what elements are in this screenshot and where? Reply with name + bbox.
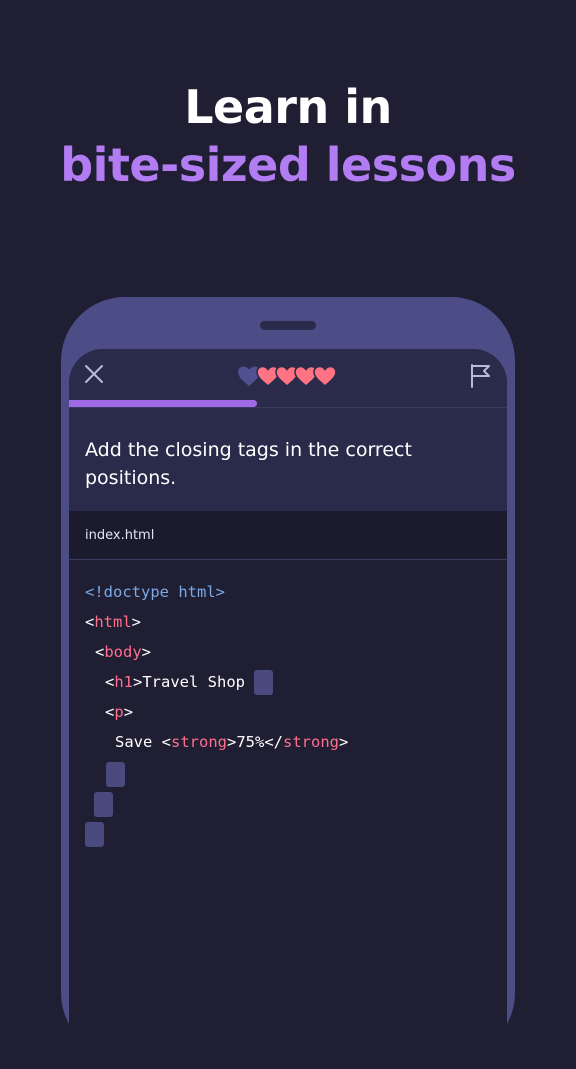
code-line-8 <box>85 787 348 817</box>
code-line-1: <!doctype html> <box>85 577 348 607</box>
code-line-9 <box>85 817 348 847</box>
strong-open-tag: strong <box>171 733 227 751</box>
lesson-progress-fill <box>69 400 258 407</box>
heart-icon <box>313 365 337 387</box>
answer-slot-p[interactable] <box>106 762 125 787</box>
code-line-3: <body> <box>85 637 348 667</box>
code-line-6: Save <strong>75%</strong> <box>85 727 348 757</box>
h1-text: >Travel Shop <box>133 673 255 691</box>
file-tab: index.html <box>69 511 507 560</box>
body-tag: body <box>104 643 142 661</box>
code-line-5: <p> <box>85 697 348 727</box>
answer-slot-body[interactable] <box>94 792 113 817</box>
html-tag: html <box>94 613 132 631</box>
h1-tag: h1 <box>114 673 134 691</box>
instruction-text: Add the closing tags in the correct posi… <box>85 439 412 489</box>
strong-content: >75%</ <box>227 733 283 751</box>
lesson-progress-bar <box>69 400 507 407</box>
doctype-text: <!doctype html> <box>85 583 225 601</box>
headline: Learn in bite-sized lessons <box>0 78 576 194</box>
html-gt: > <box>131 613 142 631</box>
report-button[interactable] <box>469 363 491 389</box>
flag-icon <box>471 364 490 388</box>
file-name: index.html <box>85 528 155 543</box>
phone-frame: Add the closing tags in the correct posi… <box>61 297 515 1069</box>
instruction-panel: Add the closing tags in the correct posi… <box>69 407 507 512</box>
phone-speaker <box>260 321 316 330</box>
answer-slot-html[interactable] <box>85 822 104 847</box>
close-icon <box>85 365 103 383</box>
code-editor: <!doctype html> <html> <body> <h1>Travel… <box>85 577 348 847</box>
save-text: Save < <box>115 733 171 751</box>
lesson-top-bar <box>69 349 507 407</box>
p-lt: < <box>105 703 115 721</box>
code-line-4: <h1>Travel Shop <box>85 667 348 697</box>
h1-lt: < <box>105 673 115 691</box>
body-lt: < <box>95 643 105 661</box>
close-button[interactable] <box>83 363 105 385</box>
p-tag: p <box>114 703 124 721</box>
answer-slot-h1[interactable] <box>254 670 274 695</box>
strong-close-tag: strong <box>283 733 339 751</box>
lesson-screen: Add the closing tags in the correct posi… <box>69 349 507 1069</box>
code-line-7 <box>85 757 348 787</box>
strong-gt: > <box>339 733 349 751</box>
headline-line-2: bite-sized lessons <box>60 138 516 192</box>
p-gt: > <box>123 703 134 721</box>
html-lt: < <box>85 613 95 631</box>
hearts-indicator <box>237 365 347 389</box>
body-gt: > <box>141 643 152 661</box>
code-line-2: <html> <box>85 607 348 637</box>
headline-line-1: Learn in <box>184 80 392 134</box>
